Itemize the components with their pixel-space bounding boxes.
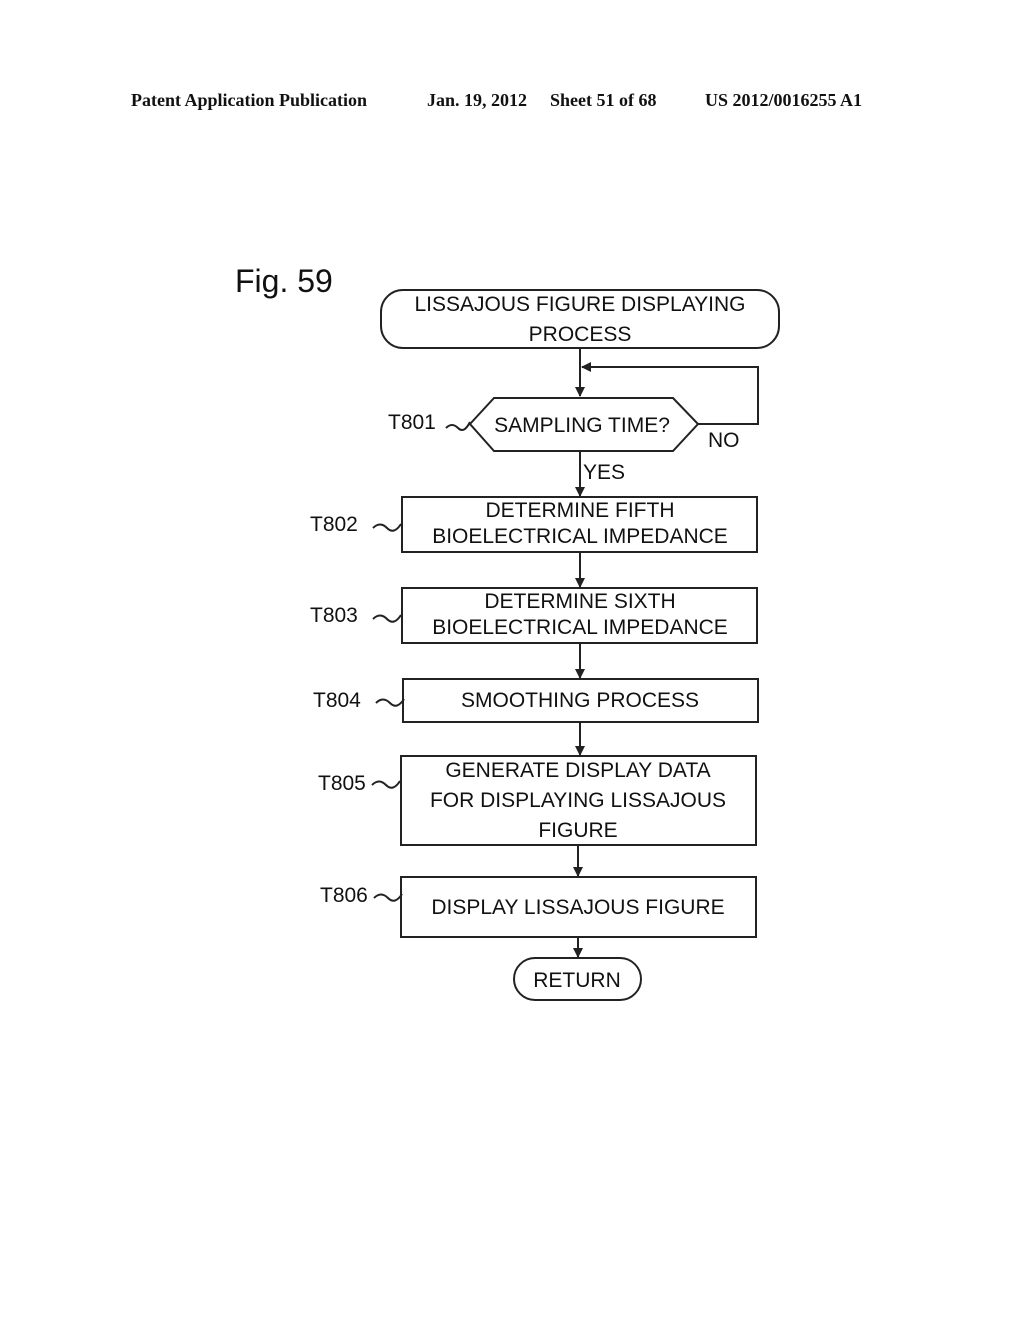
step-ref-t806: T806 — [320, 884, 368, 907]
decision-sampling-time: SAMPLING TIME? — [468, 397, 700, 452]
no-label: NO — [708, 429, 740, 452]
process-step-t803: DETERMINE SIXTH BIOELECTRICAL IMPEDANCE — [401, 587, 758, 644]
ref-leader-squiggle — [445, 421, 471, 431]
process-step-t805: GENERATE DISPLAY DATA FOR DISPLAYING LIS… — [400, 755, 757, 846]
process-step-t806: DISPLAY LISSAJOUS FIGURE — [400, 876, 757, 938]
step-ref-t805: T805 — [318, 772, 366, 795]
step-text: SMOOTHING PROCESS — [461, 689, 699, 712]
process-step-t802: DETERMINE FIFTH BIOELECTRICAL IMPEDANCE — [401, 496, 758, 553]
process-step-t804: SMOOTHING PROCESS — [402, 678, 759, 723]
ref-leader-squiggle — [373, 893, 403, 902]
start-text-line1: LISSAJOUS FIGURE DISPLAYING — [414, 293, 745, 316]
ref-leader-squiggle — [372, 614, 402, 623]
step-text: FOR DISPLAYING LISSAJOUS — [430, 789, 726, 812]
return-terminal: RETURN — [513, 957, 642, 1001]
step-text: BIOELECTRICAL IMPEDANCE — [432, 525, 728, 548]
yes-label: YES — [583, 461, 625, 484]
step-ref-t804: T804 — [313, 689, 361, 712]
ref-leader-squiggle — [372, 523, 402, 532]
return-text: RETURN — [533, 969, 621, 992]
step-text: DETERMINE SIXTH — [484, 590, 675, 613]
ref-leader-squiggle — [371, 780, 401, 789]
step-ref-t801: T801 — [388, 411, 436, 434]
decision-text: SAMPLING TIME? — [494, 414, 670, 437]
step-text: GENERATE DISPLAY DATA — [445, 759, 710, 782]
start-text-line2: PROCESS — [529, 323, 632, 346]
step-text: DETERMINE FIFTH — [486, 499, 675, 522]
step-ref-t803: T803 — [310, 604, 358, 627]
start-terminal: LISSAJOUS FIGURE DISPLAYING PROCESS — [380, 289, 780, 349]
step-text: DISPLAY LISSAJOUS FIGURE — [431, 896, 724, 919]
step-text: FIGURE — [538, 819, 617, 842]
figure-label: Fig. 59 — [235, 263, 333, 299]
step-text: BIOELECTRICAL IMPEDANCE — [432, 616, 728, 639]
step-ref-t802: T802 — [310, 513, 358, 536]
ref-leader-squiggle — [375, 698, 405, 707]
flowchart: Fig. 59 LISSAJOUS FIGURE DISPLAYING PROC… — [235, 263, 780, 1001]
